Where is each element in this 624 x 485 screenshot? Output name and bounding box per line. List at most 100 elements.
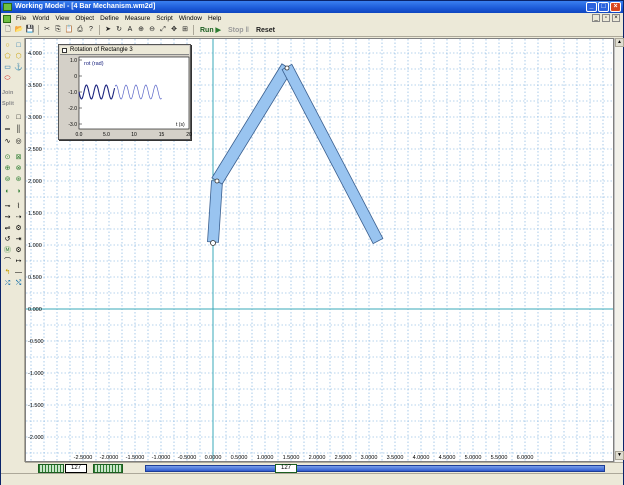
bead-tool-icon[interactable]: ◐ [3,188,12,196]
menu-world[interactable]: World [29,13,52,24]
x-tick-label: 0.5000 [231,455,248,461]
pulley-tool-icon[interactable]: ⌒ [3,258,12,266]
app-icon [3,3,12,11]
menu-view[interactable]: View [52,13,72,24]
pan-icon[interactable]: ✥ [169,25,179,35]
frame-counter-left[interactable]: 127 [65,464,87,473]
zoom-fit-icon[interactable]: ⤢ [158,25,168,35]
meter-title-bar[interactable]: Rotation of Rectangle 3 [60,46,189,55]
copy-icon[interactable]: ⎘ [53,25,63,35]
graph-x-label: t (s) [176,122,185,128]
run-button[interactable]: Run ▶ [197,25,224,36]
anchor-tool-icon[interactable]: ⚓ [14,64,23,72]
vertical-scrollbar[interactable]: ▲ ▼ [614,38,624,462]
damper-tool-icon[interactable]: ⇌ [3,225,12,233]
text-tool-icon[interactable]: A [125,25,135,35]
menu-object[interactable]: Object [72,13,97,24]
new-file-icon[interactable]: 🗋 [3,25,13,35]
slider-tool-icon[interactable]: ⤭ [14,280,23,288]
menu-script[interactable]: Script [153,13,176,24]
maximize-button[interactable]: □ [598,2,609,12]
rod-tool-icon[interactable]: ⊸ [3,203,12,211]
slot-tool-icon[interactable]: ═ [3,126,12,134]
tape-player-left [1,462,25,473]
rectangle-tool-icon[interactable]: □ [14,42,23,50]
frame-slider[interactable] [145,465,605,472]
keyed-slot-joint-tool-icon[interactable]: ⊗ [14,165,23,173]
ellipse-tool-icon[interactable]: ⬭ [3,75,12,83]
line-tool-icon[interactable]: — [14,269,23,277]
help-pointer-icon[interactable]: ? [86,25,96,35]
zoom-out-icon[interactable]: ⊖ [147,25,157,35]
track-tool-icon[interactable]: ◑ [14,188,23,196]
arrow-select-icon[interactable]: ➤ [103,25,113,35]
zoom-in-icon[interactable]: ⊕ [136,25,146,35]
document-icon[interactable] [3,14,11,23]
scroll-down-button[interactable]: ▼ [615,451,624,460]
scroll-up-button[interactable]: ▲ [615,38,624,47]
split-button[interactable]: Split [2,100,24,108]
torsion-tool-icon[interactable]: ↺ [3,236,12,244]
tape-history-control[interactable] [93,464,123,473]
menu-help[interactable]: Help [205,13,224,24]
vertical-slot-tool-icon[interactable]: ║ [14,126,23,134]
title-bar: Working Model - [4 Bar Mechanism.wm2d] _… [1,1,623,13]
rotational-spring-tool-icon[interactable]: ⚙ [14,225,23,233]
force-tool-icon[interactable]: ↦ [14,258,23,266]
motor-tool-icon[interactable]: Ⓜ [3,247,12,255]
frame-counter-right[interactable]: 127 [275,464,297,473]
save-icon[interactable]: 💾 [25,25,35,35]
mdi-restore-button[interactable]: ▫ [602,14,610,22]
stop-button[interactable]: Stop ‖ [225,25,252,36]
point-tool-icon[interactable]: ○ [3,114,12,122]
gear-tool-icon[interactable]: ⚙ [14,247,23,255]
tape-start-control[interactable] [38,464,64,473]
join-button[interactable]: Join [2,89,24,97]
keyed-slot-tool-icon[interactable]: ◎ [14,138,23,146]
torque-tool-icon[interactable]: ↰ [3,269,12,277]
close-button[interactable]: × [610,2,621,12]
curved-slot-tool-icon[interactable]: ∿ [3,138,12,146]
keyed-curved-slot-tool-icon[interactable]: ⊛ [14,176,23,184]
menu-file[interactable]: File [13,13,29,24]
mdi-close-button[interactable]: × [612,14,620,22]
x-tick-label: 4.5000 [439,455,456,461]
simulation-canvas[interactable]: -2.5000 -2.0000 -1.5000 -1.0000 -0.5000 0.000… [25,38,614,462]
y-tick-label: -2.000 [28,435,44,441]
open-folder-icon[interactable]: 📂 [14,25,24,35]
pinned-slot-tool-icon[interactable]: ⊕ [3,165,12,173]
pin-joint-tool-icon[interactable]: ⊙ [3,154,12,162]
separator-tool-icon[interactable]: ⇢ [14,214,23,222]
reset-button[interactable]: Reset [253,25,278,36]
meter-window[interactable]: Rotation of Rectangle 3 rot (rad) t (s) 1.… [58,44,192,140]
actuator-tool-icon[interactable]: ⇥ [14,236,23,244]
zoom-window-icon[interactable]: ⊞ [180,25,190,35]
rigid-joint-tool-icon[interactable]: ⊠ [14,154,23,162]
graph-y-tick: 1.0 [70,58,77,64]
rotate-icon[interactable]: ↻ [114,25,124,35]
cut-icon[interactable]: ✂ [42,25,52,35]
square-tool-icon[interactable]: ▭ [3,64,12,72]
graph-x-tick: 15 [159,132,165,138]
menu-define[interactable]: Define [97,13,122,24]
meter-tool-icon[interactable]: ⤮ [3,280,12,288]
minimize-button[interactable]: _ [586,2,597,12]
meter-menu-icon[interactable] [62,48,67,53]
mdi-minimize-button[interactable]: _ [592,14,600,22]
circle-tool-icon[interactable]: ○ [3,42,12,50]
menu-measure[interactable]: Measure [122,13,153,24]
print-icon[interactable]: ⎙ [75,25,85,35]
polygon-tool-icon[interactable]: ⬠ [3,53,12,61]
spring-tool-icon[interactable]: ⌇ [14,203,23,211]
rope-tool-icon[interactable]: ⇝ [3,214,12,222]
app-window: Working Model - [4 Bar Mechanism.wm2d] _… [0,0,624,485]
y-tick-label: 0.000 [28,307,42,313]
y-tick-label: 0.500 [28,275,42,281]
x-tick-label: 2.0000 [309,455,326,461]
square-point-tool-icon[interactable]: □ [14,114,23,122]
paste-icon[interactable]: 📋 [64,25,74,35]
curved-slot-joint-tool-icon[interactable]: ⊚ [3,176,12,184]
menu-window[interactable]: Window [176,13,205,24]
x-tick-label: -1.5000 [126,455,145,461]
curved-body-tool-icon[interactable]: ⬡ [14,53,23,61]
